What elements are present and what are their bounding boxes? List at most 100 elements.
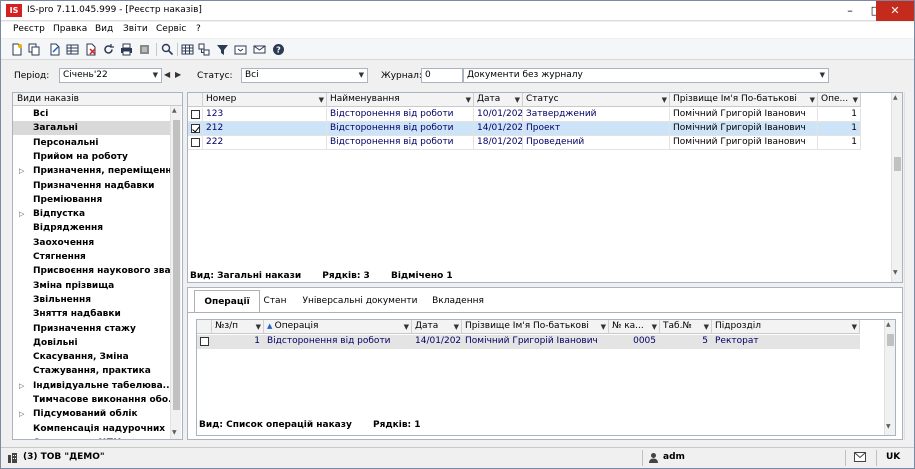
expand-arrow-icon[interactable]: ▷ (19, 164, 24, 178)
orders-header-number[interactable]: Номер ▼ (203, 93, 327, 107)
prev-period-button[interactable]: ◀ (164, 70, 170, 79)
menu-registry[interactable]: Реєстр (13, 24, 45, 34)
orders-row[interactable]: 222Відсторонення від роботи18/01/2022Про… (188, 136, 888, 150)
row-checkbox[interactable] (200, 337, 209, 346)
orders-cell[interactable]: 10/01/2022 (474, 108, 523, 122)
delete-icon[interactable] (83, 42, 98, 57)
window-scrollbar[interactable] (904, 92, 914, 440)
order-type-item[interactable]: ▷ Відпустка (13, 207, 170, 221)
orders-row[interactable]: 123Відсторонення від роботи10/01/2022Зат… (188, 108, 888, 122)
order-type-item[interactable]: ▷ Індивідуальне табелюва... (13, 379, 170, 393)
order-type-item[interactable]: Заохочення (13, 236, 170, 250)
orders-cell[interactable]: 1 (818, 136, 861, 150)
orders-header-person[interactable]: Прізвище Ім'я По-батькові ▼ (670, 93, 818, 107)
orders-cell[interactable]: 123 (203, 108, 327, 122)
orders-cell[interactable]: 222 (203, 136, 327, 150)
operations-scrollbar[interactable]: ▲ ▼ (884, 320, 895, 435)
ops-header-department[interactable]: Підрозділ ▼ (712, 320, 860, 334)
expand-arrow-icon[interactable]: ▷ (19, 407, 24, 421)
scroll-up-icon[interactable]: ▲ (893, 94, 898, 101)
orders-cell[interactable]: 1 (818, 122, 861, 136)
minimize-button[interactable]: – (837, 1, 863, 21)
expand-arrow-icon[interactable]: ▷ (19, 379, 24, 393)
tab-operations[interactable]: Операції (194, 290, 260, 312)
scroll-up-icon[interactable]: ▲ (886, 321, 891, 328)
orders-cell[interactable]: Помічний Григорій Іванович (670, 122, 818, 136)
operations-cell[interactable]: Помічний Григорій Іванович (462, 335, 609, 349)
journal-select[interactable]: Документи без журналу ▼ (463, 68, 829, 83)
menu-help[interactable]: ? (196, 24, 201, 34)
scroll-up-icon[interactable]: ▲ (172, 107, 177, 114)
order-type-item[interactable]: Персональні (13, 136, 170, 150)
order-type-item[interactable]: Стажування, практика (13, 364, 170, 378)
order-type-item[interactable]: Прийом на роботу (13, 150, 170, 164)
export-icon[interactable] (233, 42, 248, 57)
orders-cell[interactable]: Відсторонення від роботи (327, 108, 474, 122)
scroll-thumb[interactable] (894, 157, 901, 171)
grid-icon[interactable] (180, 42, 195, 57)
scroll-thumb[interactable] (887, 334, 894, 346)
period-select[interactable]: Січень'22 ▼ (59, 68, 162, 83)
order-type-item[interactable]: Скасування, Зміна (13, 350, 170, 364)
close-button[interactable]: ✕ (876, 1, 914, 21)
ops-header-operation[interactable]: ▲ Операція ▼ (264, 320, 412, 334)
ops-header-num[interactable]: №з/п ▼ (212, 320, 264, 334)
operations-cell[interactable]: 0005 (609, 335, 660, 349)
tree-icon[interactable] (197, 42, 212, 57)
operations-cell[interactable]: Ректорат (712, 335, 860, 349)
journal-code-field[interactable]: 0 (421, 68, 463, 83)
search-icon[interactable] (160, 42, 175, 57)
ops-header-card[interactable]: № ка... ▼ (609, 320, 660, 334)
orders-cell[interactable]: Затверджений (523, 108, 670, 122)
tab-state[interactable]: Стан (260, 290, 290, 312)
orders-cell[interactable]: 1 (818, 108, 861, 122)
order-type-item[interactable]: Присвоєння наукового зва... (13, 264, 170, 278)
scroll-thumb[interactable] (173, 120, 180, 410)
operations-cell[interactable]: Відсторонення від роботи (264, 335, 412, 349)
order-type-item[interactable]: ▷ Призначення, переміщення (13, 164, 170, 178)
filter-icon[interactable] (215, 42, 230, 57)
order-type-item[interactable]: Загальні (13, 121, 170, 136)
copy-doc-icon[interactable] (27, 42, 42, 57)
order-type-item[interactable]: Компенсація надурочних (13, 422, 170, 436)
edit-doc-icon[interactable] (47, 42, 62, 57)
ops-header-date[interactable]: Дата ▼ (412, 320, 462, 334)
status-select[interactable]: Всі ▼ (241, 68, 368, 83)
order-type-item[interactable]: Звільнення (13, 293, 170, 307)
scroll-down-icon[interactable]: ▼ (893, 269, 898, 276)
orders-scrollbar[interactable]: ▲ ▼ (891, 93, 902, 282)
menu-service[interactable]: Сервіс (156, 24, 186, 34)
tab-universal-docs[interactable]: Універсальні документи (300, 290, 420, 312)
order-type-item[interactable]: Всі (13, 107, 170, 121)
orders-cell[interactable]: Помічний Григорій Іванович (670, 136, 818, 150)
tab-attachments[interactable]: Вкладення (428, 290, 488, 312)
refresh-icon[interactable] (101, 42, 116, 57)
new-doc-icon[interactable] (9, 42, 24, 57)
row-checkbox[interactable] (191, 124, 200, 133)
row-checkbox[interactable] (191, 138, 200, 147)
print-icon[interactable] (119, 42, 134, 57)
order-types-scrollbar[interactable]: ▲ ▼ (170, 106, 181, 439)
mail-icon[interactable] (252, 42, 267, 57)
orders-header-status[interactable]: Статус ▼ (523, 93, 670, 107)
order-type-item[interactable]: ▷ Підсумований облік (13, 407, 170, 421)
language-indicator[interactable]: UK (886, 452, 900, 462)
orders-cell[interactable]: Помічний Григорій Іванович (670, 108, 818, 122)
mail-icon[interactable] (854, 452, 866, 465)
orders-row[interactable]: 212Відсторонення від роботи14/01/2022Про… (188, 122, 888, 136)
operations-cell[interactable]: 5 (660, 335, 712, 349)
orders-cell[interactable]: Проведений (523, 136, 670, 150)
order-type-item[interactable]: Довільні (13, 336, 170, 350)
menu-reports[interactable]: Звіти (123, 24, 148, 34)
order-type-item[interactable]: Зміна прізвища (13, 279, 170, 293)
orders-cell[interactable]: Відсторонення від роботи (327, 122, 474, 136)
print-preview-icon[interactable] (137, 42, 152, 57)
scroll-down-icon[interactable]: ▼ (172, 429, 177, 436)
next-period-button[interactable]: ▶ (175, 70, 181, 79)
table-icon[interactable] (65, 42, 80, 57)
operations-row[interactable]: 1 Відсторонення від роботи 14/01/2022 Поміч… (197, 335, 895, 349)
order-type-item[interactable]: Стягнення (13, 250, 170, 264)
order-type-item[interactable]: Преміювання (13, 193, 170, 207)
row-checkbox[interactable] (191, 110, 200, 119)
order-type-item[interactable]: Тимчасове виконання обо... (13, 393, 170, 407)
